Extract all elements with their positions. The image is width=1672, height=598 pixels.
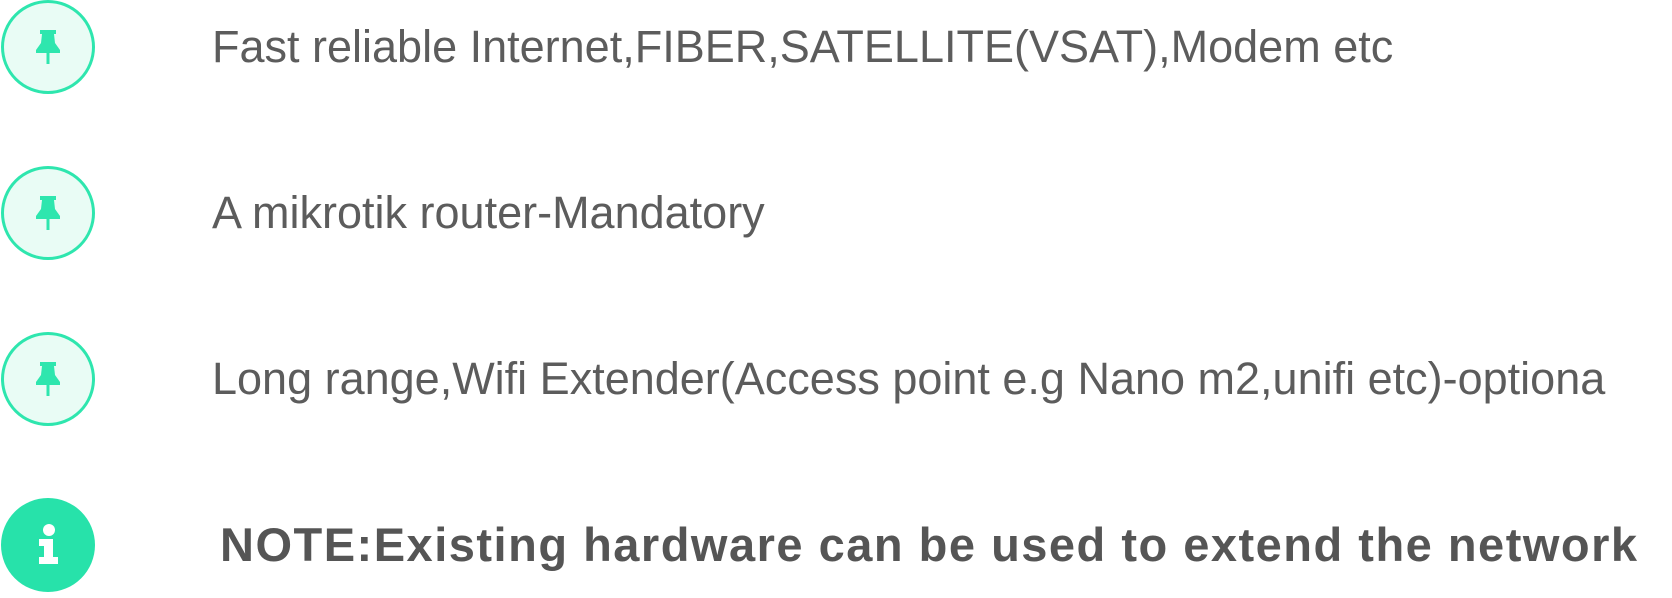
requirement-item-internet: Fast reliable Internet,FIBER,SATELLITE(V… bbox=[0, 0, 1672, 100]
requirement-item-extender: Long range,Wifi Extender(Access point e.… bbox=[0, 332, 1672, 432]
requirement-text: A mikrotik router-Mandatory bbox=[212, 187, 765, 238]
pin-badge bbox=[1, 332, 95, 426]
info-badge bbox=[1, 498, 95, 592]
requirement-text: Fast reliable Internet,FIBER,SATELLITE(V… bbox=[212, 21, 1394, 72]
note-text: NOTE:Existing hardware can be used to ex… bbox=[220, 518, 1639, 571]
note-item: NOTE:Existing hardware can be used to ex… bbox=[0, 498, 1672, 598]
pin-badge bbox=[1, 0, 95, 94]
pin-icon bbox=[36, 362, 60, 396]
pin-badge bbox=[1, 166, 95, 260]
requirement-text: Long range,Wifi Extender(Access point e.… bbox=[212, 353, 1606, 404]
requirement-item-router: A mikrotik router-Mandatory bbox=[0, 166, 1672, 266]
pin-icon bbox=[36, 30, 60, 64]
info-icon bbox=[39, 524, 58, 564]
pin-icon bbox=[36, 196, 60, 230]
